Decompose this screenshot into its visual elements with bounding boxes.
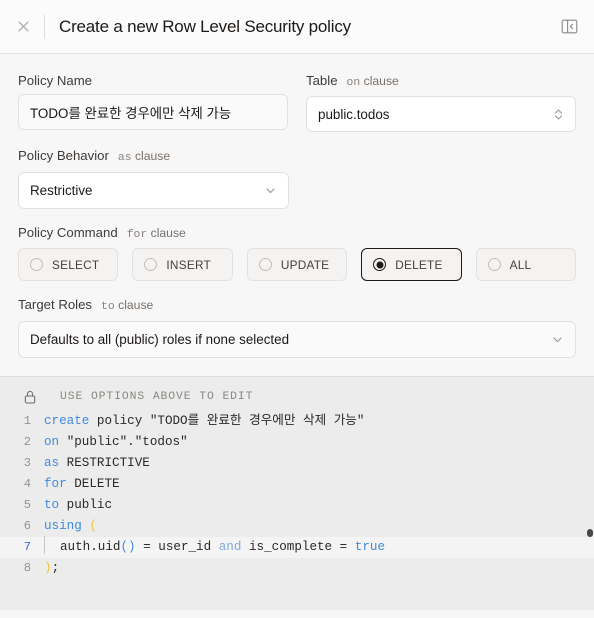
header-divider <box>44 14 45 39</box>
policy-behavior-clause-keyword: as <box>117 152 132 165</box>
line-number: 4 <box>23 476 31 491</box>
policy-command-clause-hint: for clause <box>127 227 186 241</box>
policy-behavior-select[interactable]: Restrictive <box>18 171 289 209</box>
table-clause-keyword: on <box>346 77 361 89</box>
code-text: using ( <box>44 518 97 533</box>
code-line[interactable]: 4 for DELETE <box>0 474 594 495</box>
policy-name-label-group: Policy Name <box>18 74 288 87</box>
policy-name-value: TODO를 완료한 경우에만 삭제 가능 <box>30 106 232 122</box>
policy-command-options: SELECT INSERT UPDATE DELETE ALL <box>18 248 577 282</box>
code-line[interactable]: 3 as RESTRICTIVE <box>0 453 594 474</box>
code-lines[interactable]: 1 create policy "TODO를 완료한 경우에만 삭제 가능" 2 on… <box>0 411 594 579</box>
policy-command-clause-word: clause <box>150 225 186 240</box>
field-target-roles: Target Roles to clause Defaults to all (… <box>18 298 576 358</box>
chevron-down-icon <box>551 333 564 346</box>
policy-behavior-clause-hint: as clause <box>118 150 170 164</box>
policy-command-option-select[interactable]: SELECT <box>18 248 119 282</box>
policy-command-option-label: SELECT <box>52 257 100 272</box>
target-roles-label-group: Target Roles to clause <box>18 298 576 313</box>
page-title: Create a new Row Level Security policy <box>59 16 351 36</box>
panel-collapse-glyph <box>561 19 577 34</box>
policy-name-input[interactable]: TODO를 완료한 경우에만 삭제 가능 <box>18 94 288 131</box>
radio-icon <box>373 258 387 272</box>
line-number: 5 <box>23 497 31 512</box>
target-roles-clause-keyword: to <box>101 301 115 314</box>
close-icon[interactable] <box>10 14 36 40</box>
editor-notice-bar: USE OPTIONS ABOVE TO EDIT <box>0 386 594 408</box>
lock-glyph <box>24 390 36 404</box>
policy-command-option-delete[interactable]: DELETE <box>361 248 462 282</box>
target-roles-clause-word: clause <box>118 298 154 313</box>
code-line[interactable]: 7 auth.uid() = user_id and is_complete = … <box>0 536 594 558</box>
table-label: Table <box>306 73 338 88</box>
table-clause-word: clause <box>363 74 399 88</box>
line-number: 7 <box>23 539 31 554</box>
line-number: 8 <box>23 560 31 575</box>
code-text: ); <box>44 560 60 575</box>
line-number: 6 <box>23 518 31 533</box>
policy-behavior-value: Restrictive <box>30 182 93 198</box>
policy-name-label: Policy Name <box>18 73 93 88</box>
dialog-header: Create a new Row Level Security policy <box>0 0 594 54</box>
radio-icon <box>144 258 158 272</box>
policy-behavior-label: Policy Behavior <box>18 148 109 164</box>
indent-guide <box>44 536 55 555</box>
line-number: 1 <box>23 413 31 428</box>
radio-icon <box>30 258 43 272</box>
policy-command-option-all[interactable]: ALL <box>475 248 577 282</box>
chevron-updown-glyph <box>554 109 563 120</box>
policy-behavior-label-group: Policy Behavior as clause <box>18 149 289 164</box>
policy-command-option-label: UPDATE <box>280 257 330 272</box>
field-policy-command: Policy Command for clause SELECT INSERT UP… <box>18 226 577 282</box>
policy-command-option-insert[interactable]: INSERT <box>132 248 233 282</box>
table-clause-hint: on clause <box>347 75 399 89</box>
form-row-name-table: Policy Name TODO를 완료한 경우에만 삭제 가능 Table o… <box>18 74 576 149</box>
code-text: to public <box>44 497 113 512</box>
close-glyph <box>17 21 29 32</box>
line-number: 3 <box>23 455 31 470</box>
target-roles-clause-hint: to clause <box>101 299 153 313</box>
editor-scrollbar[interactable] <box>585 528 594 607</box>
code-text: as RESTRICTIVE <box>44 455 150 470</box>
code-text: create policy "TODO를 완료한 경우에만 삭제 가능" <box>44 413 365 428</box>
chevron-down-icon <box>264 184 277 197</box>
policy-behavior-clause-word: clause <box>134 149 171 164</box>
target-roles-value: Defaults to all (public) roles if none s… <box>30 331 290 347</box>
chevron-updown-icon <box>553 107 564 122</box>
code-line[interactable]: 1 create policy "TODO를 완료한 경우에만 삭제 가능" <box>0 411 594 432</box>
policy-command-label-group: Policy Command for clause <box>18 226 576 241</box>
policy-command-clause-keyword: for <box>126 228 148 241</box>
chevron-down-glyph <box>266 188 275 193</box>
lock-icon <box>22 390 38 404</box>
table-select[interactable]: public.todos <box>306 96 576 133</box>
code-text: auth.uid() = user_id and is_complete = t… <box>44 536 594 558</box>
editor-scrollbar-thumb[interactable] <box>587 528 593 537</box>
target-roles-select[interactable]: Defaults to all (public) roles if none s… <box>18 320 576 358</box>
code-line[interactable]: 5 to public <box>0 495 594 516</box>
field-policy-behavior: Policy Behavior as clause Restrictive <box>18 149 289 209</box>
code-text: for DELETE <box>44 476 120 491</box>
table-label-group: Table on clause <box>306 74 576 89</box>
code-line[interactable]: 8); <box>0 558 594 579</box>
code-line[interactable]: 6 using ( <box>0 516 594 537</box>
field-table: Table on clause public.todos <box>306 74 576 133</box>
line-number: 2 <box>23 434 31 449</box>
policy-command-option-label: DELETE <box>395 257 443 272</box>
policy-command-label: Policy Command <box>18 224 118 240</box>
policy-form: Policy Name TODO를 완료한 경우에만 삭제 가능 Table o… <box>0 54 594 376</box>
target-roles-label: Target Roles <box>18 297 93 313</box>
code-line[interactable]: 2 on "public"."todos" <box>0 432 594 453</box>
table-select-value: public.todos <box>318 106 390 122</box>
sql-preview-editor: USE OPTIONS ABOVE TO EDIT 1 create policy… <box>0 375 594 610</box>
radio-icon <box>258 258 272 272</box>
policy-command-option-label: ALL <box>509 257 532 272</box>
chevron-down-glyph <box>553 337 562 342</box>
panel-collapse-icon[interactable] <box>558 16 580 38</box>
policy-command-option-update[interactable]: UPDATE <box>246 248 348 282</box>
policy-command-option-label: INSERT <box>166 257 211 272</box>
code-text: on "public"."todos" <box>44 434 188 449</box>
editor-notice-text: USE OPTIONS ABOVE TO EDIT <box>60 390 254 403</box>
radio-icon <box>487 258 501 272</box>
field-policy-name: Policy Name TODO를 완료한 경우에만 삭제 가능 <box>18 74 288 132</box>
